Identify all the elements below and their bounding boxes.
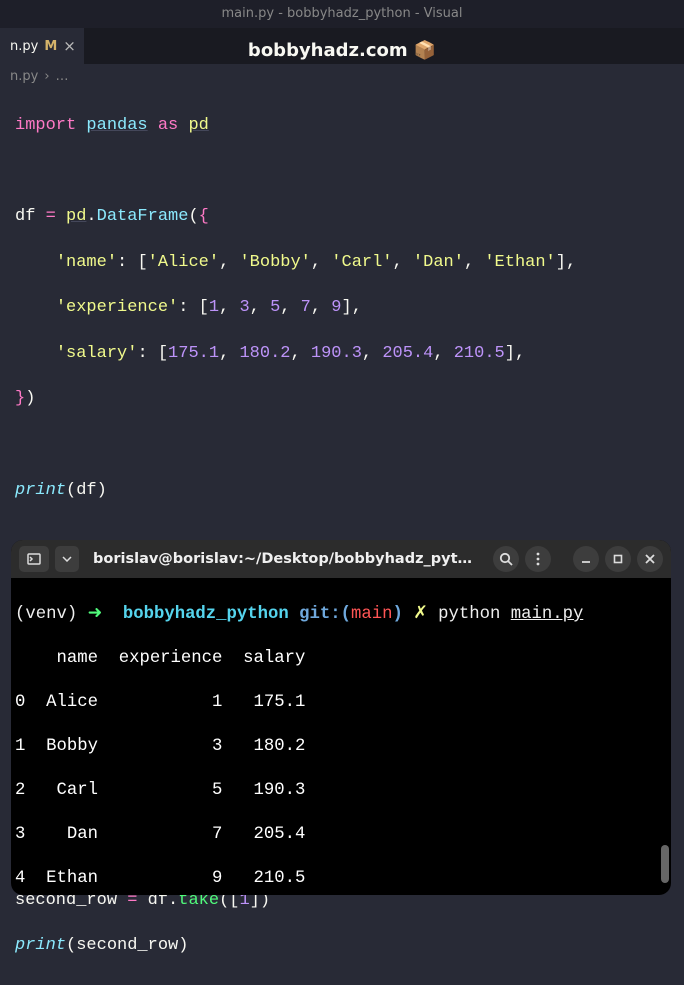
new-tab-button[interactable]	[19, 546, 49, 572]
maximize-icon	[613, 554, 623, 564]
code-line: 'name': ['Alice', 'Bobby', 'Carl', 'Dan'…	[15, 252, 669, 275]
terminal-icon	[27, 553, 41, 565]
menu-button[interactable]	[525, 546, 551, 572]
minimize-icon	[581, 554, 591, 564]
terminal-line: (venv) ➜ bobbyhadz_python git:(main) ✗ p…	[15, 604, 667, 626]
chevron-down-icon	[62, 556, 72, 562]
terminal-body[interactable]: (venv) ➜ bobbyhadz_python git:(main) ✗ p…	[11, 578, 671, 895]
breadcrumb[interactable]: n.py › …	[0, 64, 684, 88]
minimize-button[interactable]	[573, 546, 599, 572]
terminal-line: 0 Alice 1 175.1	[15, 692, 667, 714]
close-icon	[645, 554, 655, 564]
terminal-window: borislav@borislav:~/Desktop/bobbyhadz_py…	[11, 540, 671, 895]
terminal-line: 2 Carl 5 190.3	[15, 780, 667, 802]
tabs-container: n.py M ×	[0, 28, 684, 64]
code-line: df = pd.DataFrame({	[15, 206, 669, 229]
tab-modified-indicator: M	[44, 39, 57, 54]
search-button[interactable]	[493, 546, 519, 572]
code-line: print(df)	[15, 480, 669, 503]
window-title-bar: main.py - bobbyhadz_python - Visual	[0, 0, 684, 28]
kebab-menu-icon	[536, 552, 540, 566]
terminal-line: 3 Dan 7 205.4	[15, 824, 667, 846]
tab-filename: n.py	[10, 39, 38, 54]
terminal-header: borislav@borislav:~/Desktop/bobbyhadz_py…	[11, 540, 671, 578]
code-line: })	[15, 388, 669, 411]
window-title: main.py - bobbyhadz_python - Visual	[222, 6, 463, 21]
code-line	[15, 434, 669, 457]
code-line: import pandas as pd	[15, 115, 669, 138]
close-button[interactable]	[637, 546, 663, 572]
code-line: 'experience': [1, 3, 5, 7, 9],	[15, 297, 669, 320]
tab-close-icon[interactable]: ×	[63, 37, 76, 55]
breadcrumb-file[interactable]: n.py	[10, 69, 38, 84]
scrollbar-thumb[interactable]	[661, 845, 669, 883]
dropdown-button[interactable]	[55, 546, 79, 572]
terminal-line: 1 Bobby 3 180.2	[15, 736, 667, 758]
search-icon	[499, 552, 513, 566]
code-line: print(second_row)	[15, 935, 669, 958]
maximize-button[interactable]	[605, 546, 631, 572]
breadcrumb-symbol[interactable]: …	[56, 69, 69, 84]
terminal-line: 4 Ethan 9 210.5	[15, 868, 667, 890]
terminal-line: name experience salary	[15, 648, 667, 670]
tab-main-py[interactable]: n.py M ×	[0, 28, 84, 64]
code-line	[15, 160, 669, 183]
code-line: 'salary': [175.1, 180.2, 190.3, 205.4, 2…	[15, 343, 669, 366]
breadcrumb-separator: ›	[44, 69, 49, 84]
terminal-title: borislav@borislav:~/Desktop/bobbyhadz_py…	[85, 551, 487, 567]
